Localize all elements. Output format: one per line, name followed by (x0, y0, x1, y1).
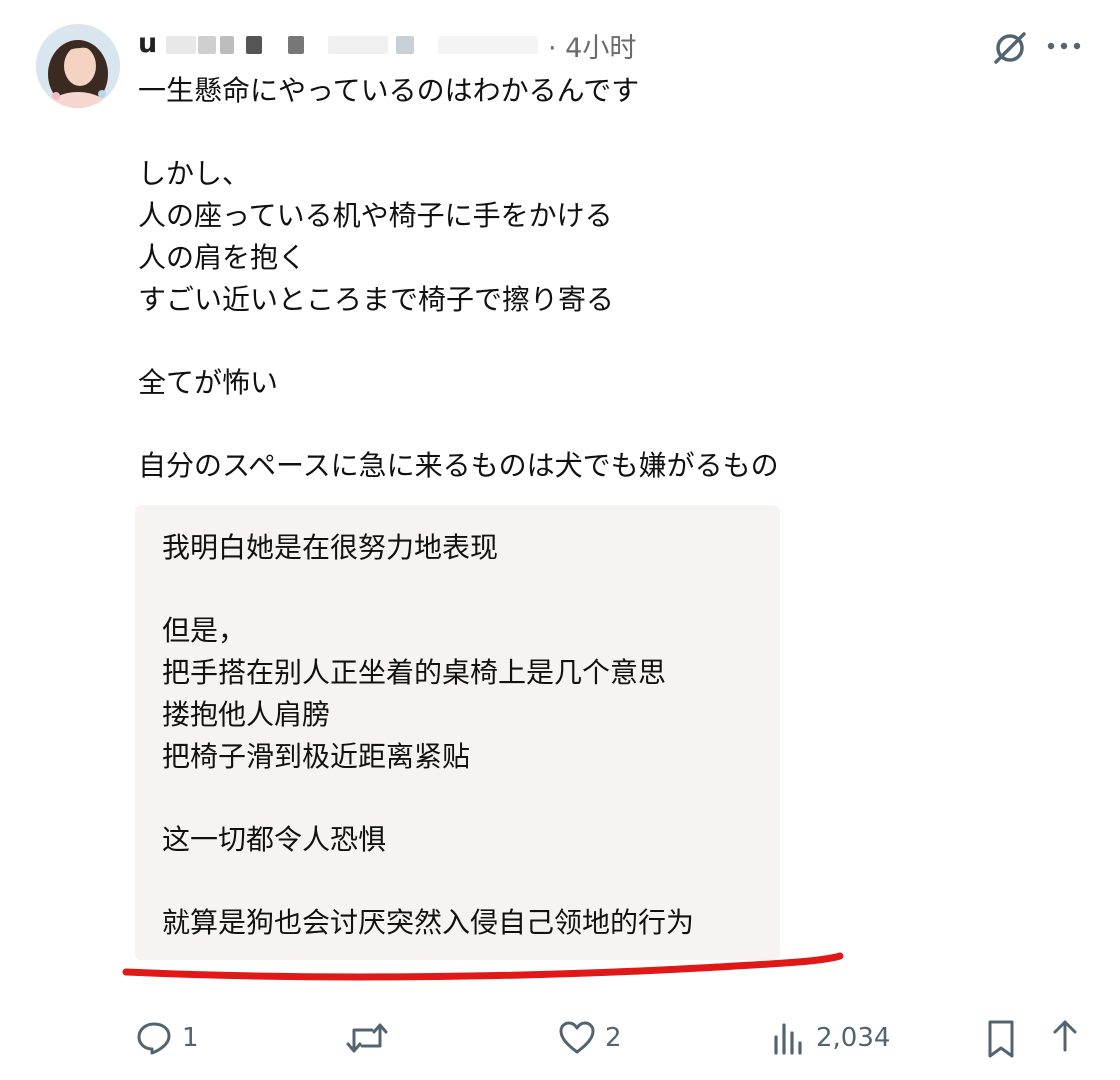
post-time: · 4小时 (548, 33, 637, 64)
redacted-name (328, 36, 388, 54)
redacted-name (220, 36, 234, 54)
redacted-name (198, 36, 216, 54)
like-icon (559, 1021, 595, 1054)
bookmark-icon (988, 1020, 1014, 1058)
views-button[interactable]: 2,034 (772, 1015, 890, 1061)
redacted-name (166, 36, 196, 54)
retweet-icon (346, 1023, 388, 1053)
avatar[interactable] (36, 24, 120, 108)
reply-count: 1 (182, 1023, 199, 1053)
bookmark-button[interactable] (986, 1015, 1016, 1061)
reply-icon (137, 1022, 171, 1055)
redacted-name (288, 36, 304, 54)
share-button[interactable] (1050, 1015, 1080, 1061)
like-button[interactable]: 2 (559, 1015, 622, 1061)
post-text: 一生懸命にやっているのはわかるんです しかし、 人の座っている机や椅子に手をかけ… (138, 74, 779, 483)
share-icon (1053, 1020, 1077, 1052)
view-count: 2,034 (816, 1023, 891, 1053)
reply-button[interactable]: 1 (136, 1015, 199, 1061)
translation-text: 我明白她是在很努力地表现 但是， 把手搭在别人正坐着的桌椅上是几个意思 搂抱他人… (162, 531, 695, 940)
avatar-image (36, 24, 120, 108)
redacted-name (246, 36, 262, 54)
redacted-name (396, 36, 414, 54)
grok-slash-icon[interactable] (990, 30, 1030, 70)
redacted-name (438, 36, 538, 54)
user-handle[interactable]: u (138, 28, 157, 59)
more-icon[interactable] (1046, 38, 1082, 57)
views-icon (774, 1023, 802, 1055)
retweet-button[interactable] (346, 1015, 388, 1061)
like-count: 2 (605, 1023, 622, 1053)
post-header: u · 4小时 (138, 26, 838, 64)
